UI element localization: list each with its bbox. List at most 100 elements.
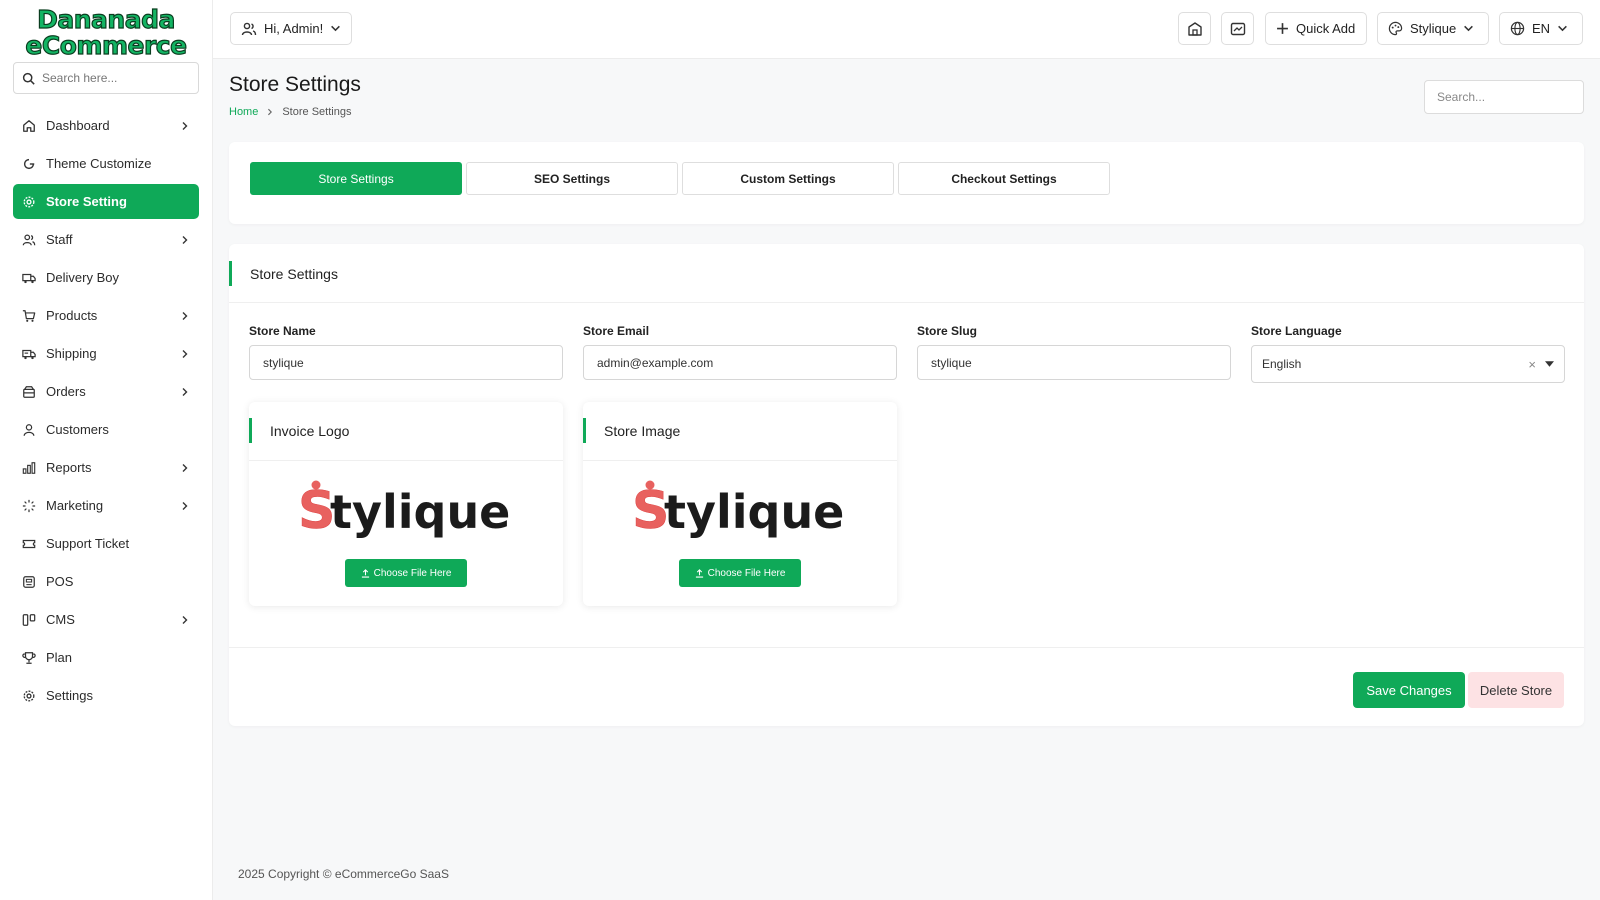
language-code: EN (1532, 21, 1551, 36)
upload-icon (695, 568, 704, 578)
divider (229, 302, 1584, 303)
truck-icon (22, 271, 36, 285)
delete-store-button[interactable]: Delete Store (1468, 672, 1564, 708)
sidebar-item-label: Dashboard (46, 118, 110, 133)
chevron-right-icon (180, 387, 190, 397)
pos-icon (22, 575, 36, 589)
users-icon (22, 233, 36, 247)
sidebar-nav: Dashboard Theme Customize Store Setting … (0, 108, 212, 713)
chevron-right-icon (180, 615, 190, 625)
sidebar-item-label: Marketing (46, 498, 104, 513)
chevron-down-icon (1557, 23, 1568, 34)
sidebar-search-input[interactable] (42, 71, 192, 85)
chevron-right-icon (266, 108, 274, 116)
sidebar-item-label: Shipping (46, 346, 97, 361)
layout-icon (22, 613, 36, 627)
plus-icon (1276, 22, 1289, 35)
section-title: Store Settings (229, 261, 338, 286)
store-slug-label: Store Slug (917, 324, 978, 338)
invoice-logo-upload-button[interactable]: Choose File Here (345, 559, 467, 587)
sparkle-icon (22, 499, 36, 513)
caret-down-icon (1545, 361, 1554, 367)
shipping-icon (22, 347, 36, 361)
language-select-button[interactable]: EN (1499, 12, 1583, 45)
palette-icon (1388, 21, 1403, 36)
sidebar-item-dashboard[interactable]: Dashboard (13, 108, 199, 143)
sidebar-item-delivery-boy[interactable]: Delivery Boy (13, 260, 199, 295)
store-language-select[interactable]: English × (1251, 345, 1565, 383)
store-slug-input[interactable] (917, 345, 1231, 380)
trophy-icon (22, 651, 36, 665)
sidebar-item-plan[interactable]: Plan (13, 640, 199, 675)
theme-icon (22, 157, 36, 171)
upload-label: Choose File Here (707, 567, 786, 579)
footer-copyright: 2025 Copyright © eCommerceGo SaaS (238, 867, 449, 881)
store-home-button[interactable] (1178, 12, 1211, 45)
user-menu-button[interactable]: Hi, Admin! (230, 12, 353, 45)
tab-store-settings[interactable]: Store Settings (250, 162, 462, 195)
store-image-card: Store Image S tylique Choose File Here (583, 402, 897, 606)
divider (583, 460, 897, 461)
sidebar-item-customers[interactable]: Customers (13, 412, 199, 447)
cart-icon (22, 309, 36, 323)
sidebar-item-label: Support Ticket (46, 536, 130, 551)
store-image-upload-button[interactable]: Choose File Here (679, 559, 801, 587)
media-button[interactable] (1221, 12, 1254, 45)
settings-icon (22, 689, 36, 703)
sidebar: Dananada eCommerce Dashboard Theme Custo… (0, 0, 213, 900)
box-icon (22, 385, 36, 399)
sidebar-item-label: Reports (46, 460, 92, 475)
sidebar-item-settings[interactable]: Settings (13, 678, 199, 713)
theme-select-button[interactable]: Stylique (1377, 12, 1489, 45)
sidebar-item-theme-customize[interactable]: Theme Customize (13, 146, 199, 181)
sidebar-item-staff[interactable]: Staff (13, 222, 199, 257)
sidebar-item-label: POS (46, 574, 74, 589)
divider (249, 460, 563, 461)
sidebar-item-orders[interactable]: Orders (13, 374, 199, 409)
quick-add-button[interactable]: Quick Add (1265, 12, 1367, 45)
sidebar-item-reports[interactable]: Reports (13, 450, 199, 485)
sidebar-item-label: Staff (46, 232, 73, 247)
store-settings-form: Store Settings Store Name Store Email St… (229, 244, 1584, 726)
sidebar-item-pos[interactable]: POS (13, 564, 199, 599)
brand-line-2: eCommerce (25, 31, 188, 60)
sidebar-item-label: Settings (46, 688, 93, 703)
svg-text:tylique: tylique (330, 485, 510, 539)
breadcrumb: Home Store Settings (229, 106, 351, 118)
sidebar-item-label: Plan (46, 650, 73, 665)
store-language-value: English (1262, 357, 1302, 371)
home-icon (22, 119, 36, 133)
breadcrumb-home[interactable]: Home (229, 106, 258, 118)
chevron-right-icon (180, 311, 190, 321)
tab-seo-settings[interactable]: SEO Settings (466, 162, 678, 195)
clear-icon[interactable]: × (1528, 357, 1536, 372)
tab-custom-settings[interactable]: Custom Settings (682, 162, 894, 195)
settings-tabs-card: Store Settings SEO Settings Custom Setti… (229, 142, 1584, 224)
save-changes-button[interactable]: Save Changes (1353, 672, 1465, 708)
store-email-input[interactable] (583, 345, 897, 380)
page-search-input[interactable] (1424, 80, 1584, 114)
sidebar-item-products[interactable]: Products (13, 298, 199, 333)
topbar: Hi, Admin! Quick Add Stylique EN (213, 0, 1600, 59)
sidebar-item-marketing[interactable]: Marketing (13, 488, 199, 523)
brand-logo[interactable]: Dananada eCommerce (0, 0, 212, 62)
sidebar-item-label: Delivery Boy (46, 270, 119, 285)
sidebar-item-support-ticket[interactable]: Support Ticket (13, 526, 199, 561)
chevron-down-icon (1463, 23, 1474, 34)
store-name-input[interactable] (249, 345, 563, 380)
chevron-right-icon (180, 501, 190, 511)
quick-add-label: Quick Add (1296, 21, 1356, 36)
breadcrumb-current: Store Settings (282, 106, 352, 118)
chevron-right-icon (180, 235, 190, 245)
invoice-logo-title: Invoice Logo (249, 418, 349, 443)
tab-checkout-settings[interactable]: Checkout Settings (898, 162, 1110, 195)
store-image-title: Store Image (583, 418, 680, 443)
sidebar-item-shipping[interactable]: Shipping (13, 336, 199, 371)
sidebar-item-label: Products (46, 308, 98, 323)
sidebar-item-store-setting[interactable]: Store Setting (13, 184, 199, 219)
store-name-label: Store Name (249, 324, 316, 338)
gear-icon (22, 195, 36, 209)
sidebar-item-label: CMS (46, 612, 75, 627)
sidebar-item-label: Orders (46, 384, 86, 399)
sidebar-item-cms[interactable]: CMS (13, 602, 199, 637)
